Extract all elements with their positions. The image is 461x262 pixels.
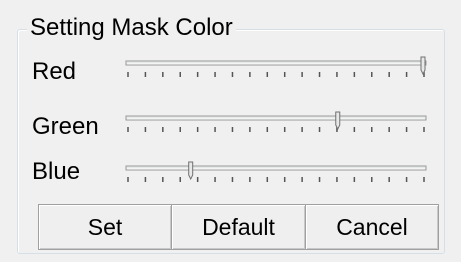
slider-thumb xyxy=(335,111,341,131)
green-slider[interactable] xyxy=(121,111,431,143)
set-button[interactable]: Set xyxy=(38,204,172,250)
blue-slider-graphic xyxy=(125,161,427,182)
blue-label: Blue xyxy=(32,158,81,185)
group-title: Setting Mask Color xyxy=(27,14,236,42)
blue-slider[interactable] xyxy=(121,161,431,193)
slider-thumb xyxy=(420,56,426,76)
default-button[interactable]: Default xyxy=(171,204,306,250)
cancel-button[interactable]: Cancel xyxy=(305,204,439,250)
green-slider-graphic xyxy=(125,111,427,132)
mask-color-dialog: Setting Mask Color Red Green Blue Set De… xyxy=(0,0,461,262)
red-slider-graphic xyxy=(125,56,427,77)
slider-thumb xyxy=(188,161,194,181)
green-label: Green xyxy=(32,113,99,140)
red-label: Red xyxy=(32,58,77,85)
red-slider[interactable] xyxy=(121,56,431,88)
